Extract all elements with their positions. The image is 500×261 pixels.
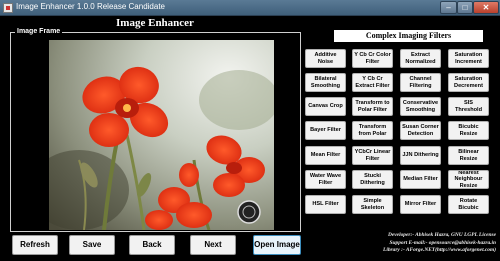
filter-button-ycbcr-linear-filter[interactable]: YCbCr Linear Filter <box>352 146 393 165</box>
filter-button-hsl-filter[interactable]: HSL Filter <box>305 195 346 214</box>
next-button[interactable]: Next <box>190 235 236 255</box>
library-line: Library :- AForge.NET(http://www.aforgen… <box>383 247 496 254</box>
filter-button-median-filter[interactable]: Median Filter <box>400 170 441 189</box>
window-title: Image Enhancer 1.0.0 Release Candidate <box>16 2 165 11</box>
filter-button-saturation-increment[interactable]: Saturation Increment <box>448 49 489 68</box>
image-frame-label: Image Frame <box>15 28 63 35</box>
filter-button-rotate-bicubic[interactable]: Rotate Bicubic <box>448 195 489 214</box>
filter-button-nearest-neighbour-resize[interactable]: Nearest Neighbour Resize <box>448 170 489 189</box>
filter-button-bilateral-smoothing[interactable]: Bilateral Smoothing <box>305 73 346 92</box>
filter-button-extract-normalized[interactable]: Extract Normalized <box>400 49 441 68</box>
filter-button-saturation-decrement[interactable]: Saturation Decrement <box>448 73 489 92</box>
back-button[interactable]: Back <box>129 235 175 255</box>
close-button[interactable]: ✕ <box>473 1 499 14</box>
save-button[interactable]: Save <box>69 235 115 255</box>
developer-info: Developer:- Abhisek Hazra, GNU LGPL Lice… <box>330 232 496 255</box>
filter-button-bicubic-resize[interactable]: Bicubic Resize <box>448 121 489 140</box>
developer-line: Developer:- Abhisek Hazra, GNU LGPL Lice… <box>388 232 496 238</box>
image-frame: Image Frame <box>10 28 301 232</box>
filter-button-mirror-filter[interactable]: Mirror Filter <box>400 195 441 214</box>
filter-button-channel-filtering[interactable]: Channel Filtering <box>400 73 441 92</box>
open-image-button[interactable]: Open Image <box>253 235 301 255</box>
filter-button-additive-noise[interactable]: Additive Noise <box>305 49 346 68</box>
app-icon <box>3 3 13 13</box>
filter-button-mean-filter[interactable]: Mean Filter <box>305 146 346 165</box>
filter-button-transform-to-polar-filter[interactable]: Transform to Polar Filter <box>352 97 393 116</box>
filter-button-stucki-dithering[interactable]: Stucki Dithering <box>352 170 393 189</box>
image-preview <box>49 40 274 230</box>
filter-button-conservative-smoothing[interactable]: Conservative Smoothing <box>400 97 441 116</box>
filter-button-susan-corner-detection[interactable]: Susan Corner Detection <box>400 121 441 140</box>
filter-button-y-cb-cr-color-filter[interactable]: Y Cb Cr Color Filter <box>352 49 393 68</box>
minimize-button[interactable]: – <box>440 1 457 14</box>
filter-button-jjn-dithering[interactable]: JJN Dithering <box>400 146 441 165</box>
filter-button-bayer-filter[interactable]: Bayer Filter <box>305 121 346 140</box>
filters-title: Complex Imaging Filters <box>334 30 483 42</box>
maximize-button[interactable]: □ <box>457 1 473 14</box>
flower-photo <box>49 40 274 230</box>
filter-button-water-wave-filter[interactable]: Water Wave Filter <box>305 170 346 189</box>
filter-button-sis-threshold[interactable]: SIS Threshold <box>448 97 489 116</box>
refresh-button[interactable]: Refresh <box>12 235 58 255</box>
title-bar: Image Enhancer 1.0.0 Release Candidate –… <box>0 0 500 16</box>
filter-button-transform-from-polar[interactable]: Transform from Polar <box>352 121 393 140</box>
filter-button-bilinear-resize[interactable]: Bilinear Resize <box>448 146 489 165</box>
filter-button-simple-skeleton[interactable]: Simple Skeleton <box>352 195 393 214</box>
filter-button-canvas-crop[interactable]: Canvas Crop <box>305 97 346 116</box>
filter-button-y-cb-cr-extract-filter[interactable]: Y Cb Cr Extract Filter <box>352 73 393 92</box>
